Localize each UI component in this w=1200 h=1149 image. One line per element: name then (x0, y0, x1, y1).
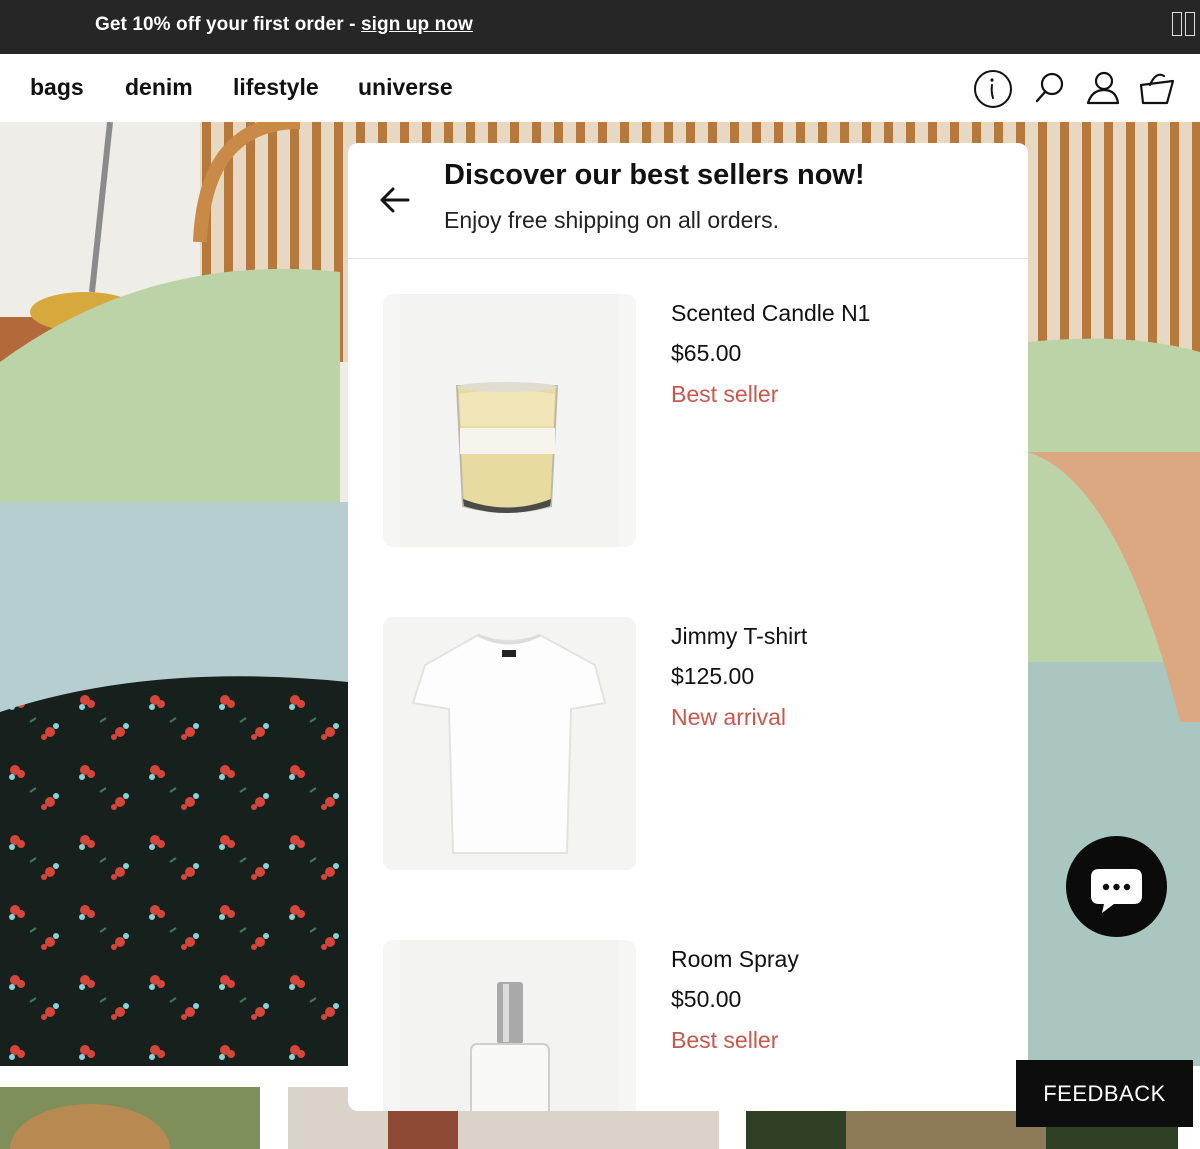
product-image (383, 617, 636, 870)
feedback-button[interactable]: FEEDBACK (1016, 1060, 1193, 1127)
nav-item-bags[interactable]: bags (30, 74, 84, 101)
product-price: $50.00 (671, 986, 742, 1012)
category-tile[interactable] (0, 1087, 260, 1149)
product-badge: Best seller (671, 381, 779, 407)
product-image (383, 294, 636, 547)
promo-text: Get 10% off your first order - sign up n… (95, 14, 473, 36)
promo-bar: Get 10% off your first order - sign up n… (0, 0, 1200, 54)
signup-link[interactable]: sign up now (361, 14, 473, 35)
chat-bubble-icon (1091, 869, 1142, 913)
spray-image (400, 940, 619, 1111)
nav-item-lifestyle[interactable]: lifestyle (233, 74, 319, 101)
promo-message: Get 10% off your first order - (95, 14, 361, 35)
cart-icon[interactable] (1136, 68, 1178, 110)
candle-image (400, 294, 619, 547)
nav-item-denim[interactable]: denim (125, 74, 193, 101)
product-image (383, 940, 636, 1111)
product-card[interactable]: Jimmy T-shirt $125.00 New arrival (348, 617, 1028, 877)
nav-item-universe[interactable]: universe (358, 74, 453, 101)
product-price: $65.00 (671, 340, 742, 366)
product-badge: New arrival (671, 704, 787, 730)
product-name: Scented Candle N1 (671, 300, 871, 326)
product-name: Jimmy T-shirt (671, 623, 808, 649)
product-card[interactable]: Scented Candle N1 $65.00 Best seller (348, 294, 1028, 554)
best-sellers-modal: Discover our best sellers now! Enjoy fre… (348, 143, 1028, 1111)
pause-icon[interactable] (1172, 12, 1196, 36)
modal-header: Discover our best sellers now! Enjoy fre… (348, 143, 1028, 259)
product-price: $125.00 (671, 663, 755, 689)
product-card[interactable]: Room Spray $50.00 Best seller (348, 940, 1028, 1111)
info-icon[interactable] (972, 68, 1014, 110)
modal-subtitle: Enjoy free shipping on all orders. (444, 207, 779, 233)
account-icon[interactable] (1082, 68, 1124, 110)
search-icon[interactable] (1028, 68, 1070, 110)
product-name: Room Spray (671, 946, 799, 972)
product-badge: Best seller (671, 1027, 779, 1053)
tshirt-image (383, 617, 636, 870)
main-nav: bags denim lifestyle universe (0, 54, 1200, 122)
back-arrow-icon[interactable] (378, 183, 412, 217)
chat-button[interactable] (1066, 836, 1167, 937)
tile-photo (0, 1087, 260, 1149)
modal-title: Discover our best sellers now! (444, 159, 865, 191)
